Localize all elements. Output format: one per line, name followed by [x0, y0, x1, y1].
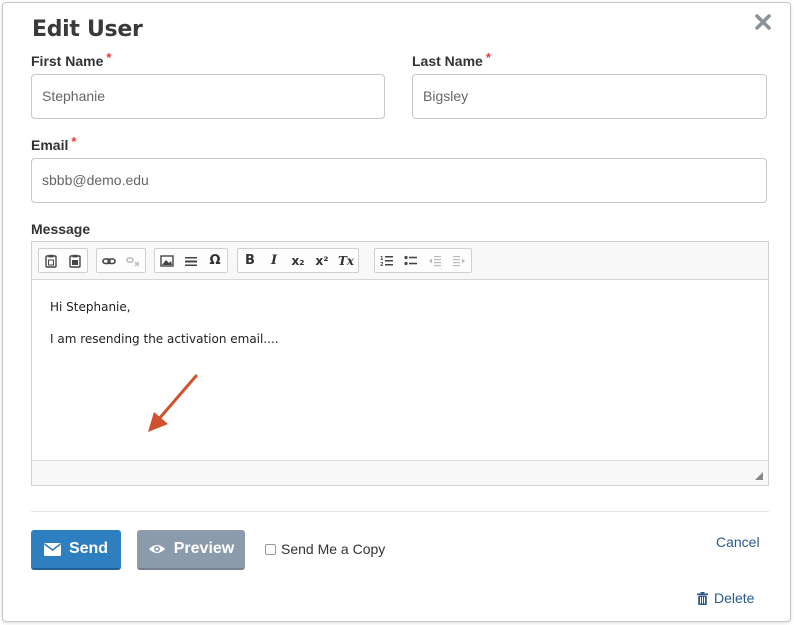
dialog-title: Edit User [32, 17, 143, 42]
subscript-icon[interactable]: x₂ [286, 249, 310, 272]
email-label: Email * [31, 134, 77, 153]
editor-status-bar [32, 460, 768, 485]
toolbar-group-lists: 12 [374, 248, 472, 273]
message-editor: Ω B I x₂ x² Tx 12 Hi Stephanie, I am res… [31, 241, 769, 486]
first-name-field[interactable] [31, 74, 385, 119]
paste-from-word-icon[interactable] [63, 249, 87, 272]
email-label-text: Email [31, 137, 69, 153]
last-name-field[interactable] [412, 74, 767, 119]
link-icon[interactable] [97, 249, 121, 272]
increase-indent-icon[interactable] [447, 249, 471, 272]
first-name-label-text: First Name [31, 53, 104, 69]
annotation-arrow-icon [148, 374, 198, 432]
remove-format-icon[interactable]: Tx [334, 249, 358, 272]
eye-icon [148, 545, 165, 553]
required-asterisk: * [106, 50, 112, 65]
unlink-icon[interactable] [121, 249, 145, 272]
editor-toolbar: Ω B I x₂ x² Tx 12 [32, 242, 768, 280]
close-icon[interactable] [752, 11, 774, 33]
cancel-link[interactable]: Cancel [716, 534, 760, 550]
toolbar-group-format: B I x₂ x² Tx [237, 248, 359, 273]
decrease-indent-icon[interactable] [423, 249, 447, 272]
send-copy-label[interactable]: Send Me a Copy [281, 541, 385, 557]
superscript-icon[interactable]: x² [310, 249, 334, 272]
footer-divider [31, 511, 769, 512]
numbered-list-icon[interactable]: 12 [375, 249, 399, 272]
message-body[interactable]: Hi Stephanie, I am resending the activat… [32, 280, 768, 460]
preview-label: Preview [173, 540, 235, 557]
message-line: I am resending the activation email.... [50, 332, 279, 346]
last-name-label: Last Name * [412, 50, 491, 69]
envelope-icon [43, 542, 61, 556]
preview-button[interactable]: Preview [137, 530, 245, 570]
paste-icon[interactable] [39, 249, 63, 272]
trash-icon [697, 591, 708, 605]
send-button[interactable]: Send [31, 530, 121, 570]
last-name-label-text: Last Name [412, 53, 483, 69]
resize-handle-icon[interactable] [755, 472, 763, 480]
delete-link[interactable]: Delete [697, 590, 754, 606]
delete-label: Delete [714, 590, 755, 606]
horizontal-rule-icon[interactable] [179, 249, 203, 272]
toolbar-group-clipboard [38, 248, 88, 273]
message-line: Hi Stephanie, [50, 300, 131, 314]
toolbar-group-links [96, 248, 146, 273]
first-name-label: First Name * [31, 50, 112, 69]
toolbar-group-insert: Ω [154, 248, 228, 273]
bold-icon[interactable]: B [238, 249, 262, 272]
image-icon[interactable] [155, 249, 179, 272]
required-asterisk: * [71, 134, 77, 149]
svg-text:2: 2 [380, 262, 384, 268]
send-copy-option: Send Me a Copy [265, 541, 385, 557]
required-asterisk: * [485, 50, 491, 65]
edit-user-dialog: Edit User First Name* Last Name* Email* … [2, 2, 791, 622]
italic-icon[interactable]: I [262, 249, 286, 272]
message-label: Message [31, 221, 91, 237]
bulleted-list-icon[interactable] [399, 249, 423, 272]
email-field[interactable] [31, 158, 767, 203]
send-label: Send [68, 540, 109, 557]
send-copy-checkbox[interactable] [265, 543, 276, 555]
special-character-icon[interactable]: Ω [203, 249, 227, 272]
